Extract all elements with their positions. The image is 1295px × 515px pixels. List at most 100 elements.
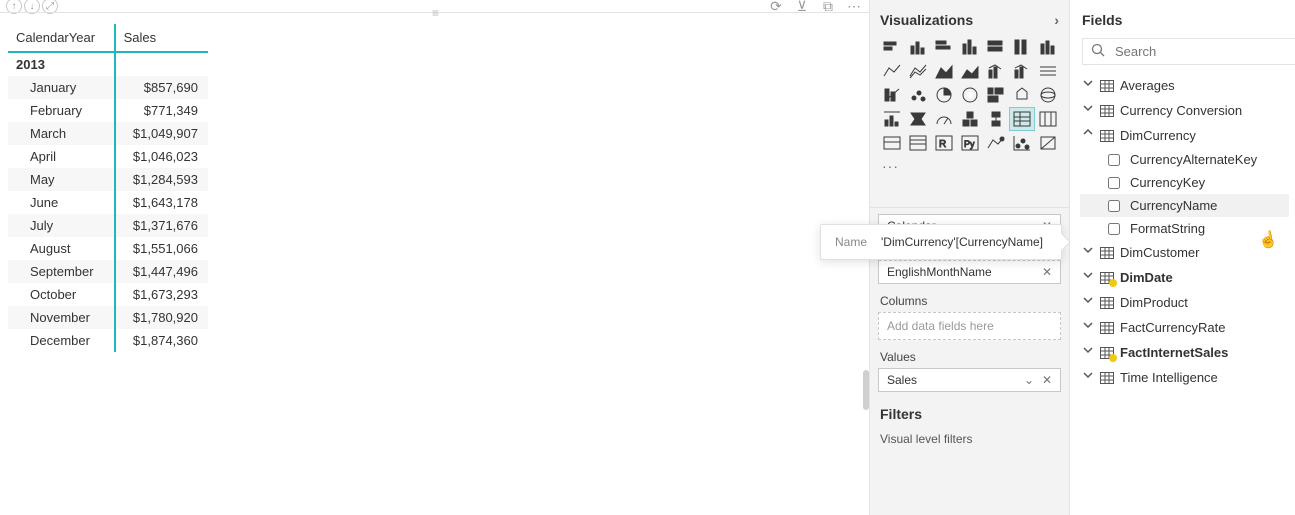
field-formatstring[interactable]: FormatString (1080, 217, 1289, 240)
viz-type-32[interactable] (984, 132, 1008, 154)
matrix-visual[interactable]: CalendarYear Sales 2013January$857,690Fe… (8, 24, 208, 352)
chevron-icon[interactable] (1082, 78, 1094, 91)
chevron-icon[interactable] (1082, 270, 1094, 283)
chevron-icon[interactable] (1082, 370, 1094, 383)
viz-type-24[interactable] (958, 108, 982, 130)
year-cell[interactable]: 2013 (8, 52, 115, 76)
table-row[interactable]: July$1,371,676 (8, 214, 208, 237)
field-checkbox[interactable] (1108, 200, 1120, 212)
viz-type-16[interactable] (932, 84, 956, 106)
chevron-icon[interactable] (1082, 345, 1094, 358)
collapse-pane-icon[interactable]: › (1054, 12, 1059, 28)
table-row[interactable]: May$1,284,593 (8, 168, 208, 191)
viz-type-27[interactable] (1036, 108, 1060, 130)
sales-cell: $1,874,360 (115, 329, 208, 352)
table-node-dimcustomer[interactable]: DimCustomer (1080, 240, 1289, 265)
field-currencyname[interactable]: CurrencyName (1080, 194, 1289, 217)
viz-type-18[interactable] (984, 84, 1008, 106)
chevron-icon[interactable] (1082, 245, 1094, 258)
viz-type-2[interactable] (932, 36, 956, 58)
viz-type-31[interactable]: Py (958, 132, 982, 154)
chevron-icon[interactable] (1082, 320, 1094, 333)
sales-cell: $1,780,920 (115, 306, 208, 329)
fields-search-input[interactable] (1113, 43, 1293, 60)
report-canvas[interactable]: ↑ ↓ ⤢ ≡ ⟳ ⊻ ⧉ ⋯ CalendarYear Sales 2013J… (0, 0, 869, 515)
viz-type-12[interactable] (1010, 60, 1034, 82)
chevron-icon[interactable] (1082, 295, 1094, 308)
viz-type-11[interactable] (984, 60, 1008, 82)
table-node-dimdate[interactable]: DimDate (1080, 265, 1289, 290)
field-chip[interactable]: EnglishMonthName✕ (879, 260, 1060, 283)
table-row[interactable]: March$1,049,907 (8, 122, 208, 145)
viz-type-23[interactable] (932, 108, 956, 130)
more-visuals-icon[interactable]: ··· (880, 154, 1059, 176)
table-row[interactable]: August$1,551,066 (8, 237, 208, 260)
table-row[interactable]: November$1,780,920 (8, 306, 208, 329)
viz-type-15[interactable] (906, 84, 930, 106)
viz-type-1[interactable] (906, 36, 930, 58)
viz-type-7[interactable] (880, 60, 904, 82)
remove-icon[interactable]: ✕ (1040, 265, 1054, 279)
viz-type-5[interactable] (1010, 36, 1034, 58)
viz-type-26[interactable] (1010, 108, 1034, 130)
viz-type-9[interactable] (932, 60, 956, 82)
viz-type-17[interactable] (958, 84, 982, 106)
table-row[interactable]: December$1,874,360 (8, 329, 208, 352)
field-label: FormatString (1130, 221, 1205, 236)
viz-type-28[interactable] (880, 132, 904, 154)
table-row[interactable]: June$1,643,178 (8, 191, 208, 214)
chevron-icon[interactable] (1082, 128, 1094, 141)
copy-icon[interactable]: ⧉ (819, 0, 837, 14)
table-node-dimcurrency[interactable]: DimCurrency (1080, 123, 1289, 148)
fields-search[interactable] (1082, 38, 1295, 65)
field-checkbox[interactable] (1108, 154, 1120, 166)
values-field-well[interactable]: Sales⌄✕ (878, 368, 1061, 392)
viz-type-29[interactable] (906, 132, 930, 154)
table-node-time-intelligence[interactable]: Time Intelligence (1080, 365, 1289, 390)
remove-icon[interactable]: ✕ (1040, 373, 1054, 387)
viz-type-3[interactable] (958, 36, 982, 58)
viz-type-14[interactable] (880, 84, 904, 106)
field-chip[interactable]: Sales⌄✕ (879, 369, 1060, 391)
viz-type-10[interactable] (958, 60, 982, 82)
viz-type-25[interactable] (984, 108, 1008, 130)
table-row[interactable]: February$771,349 (8, 99, 208, 122)
more-icon[interactable]: ⋯ (845, 0, 863, 14)
table-label: FactCurrencyRate (1120, 320, 1225, 335)
table-icon (1100, 347, 1114, 359)
viz-type-8[interactable] (906, 60, 930, 82)
columns-field-well[interactable]: Add data fields here (878, 312, 1061, 340)
viz-type-21[interactable] (880, 108, 904, 130)
field-currencyalternatekey[interactable]: CurrencyAlternateKey (1080, 148, 1289, 171)
viz-type-0[interactable] (880, 36, 904, 58)
viz-type-33[interactable] (1010, 132, 1034, 154)
drag-grip-icon[interactable]: ≡ (432, 6, 437, 20)
viz-type-22[interactable] (906, 108, 930, 130)
table-row[interactable]: January$857,690 (8, 76, 208, 99)
table-node-factinternetsales[interactable]: FactInternetSales (1080, 340, 1289, 365)
table-node-averages[interactable]: Averages (1080, 73, 1289, 98)
table-row[interactable]: October$1,673,293 (8, 283, 208, 306)
table-node-currency-conversion[interactable]: Currency Conversion (1080, 98, 1289, 123)
field-checkbox[interactable] (1108, 223, 1120, 235)
viz-type-30[interactable]: R (932, 132, 956, 154)
viz-type-4[interactable] (984, 36, 1008, 58)
header-calendaryear[interactable]: CalendarYear (8, 24, 115, 52)
viz-type-19[interactable] (1010, 84, 1034, 106)
header-sales[interactable]: Sales (115, 24, 208, 52)
table-node-dimproduct[interactable]: DimProduct (1080, 290, 1289, 315)
viz-type-13[interactable] (1036, 60, 1060, 82)
field-currencykey[interactable]: CurrencyKey (1080, 171, 1289, 194)
visual-level-filters-label[interactable]: Visual level filters (880, 432, 1059, 446)
chevron-icon[interactable] (1082, 103, 1094, 116)
chevron-down-icon[interactable]: ⌄ (1022, 373, 1036, 387)
viz-type-6[interactable] (1036, 36, 1060, 58)
pin-icon[interactable]: ⟳ (767, 0, 785, 14)
viz-type-20[interactable] (1036, 84, 1060, 106)
table-node-factcurrencyrate[interactable]: FactCurrencyRate (1080, 315, 1289, 340)
viz-type-34[interactable] (1036, 132, 1060, 154)
table-row[interactable]: April$1,046,023 (8, 145, 208, 168)
table-row[interactable]: September$1,447,496 (8, 260, 208, 283)
focus-icon[interactable]: ⊻ (793, 0, 811, 14)
field-checkbox[interactable] (1108, 177, 1120, 189)
